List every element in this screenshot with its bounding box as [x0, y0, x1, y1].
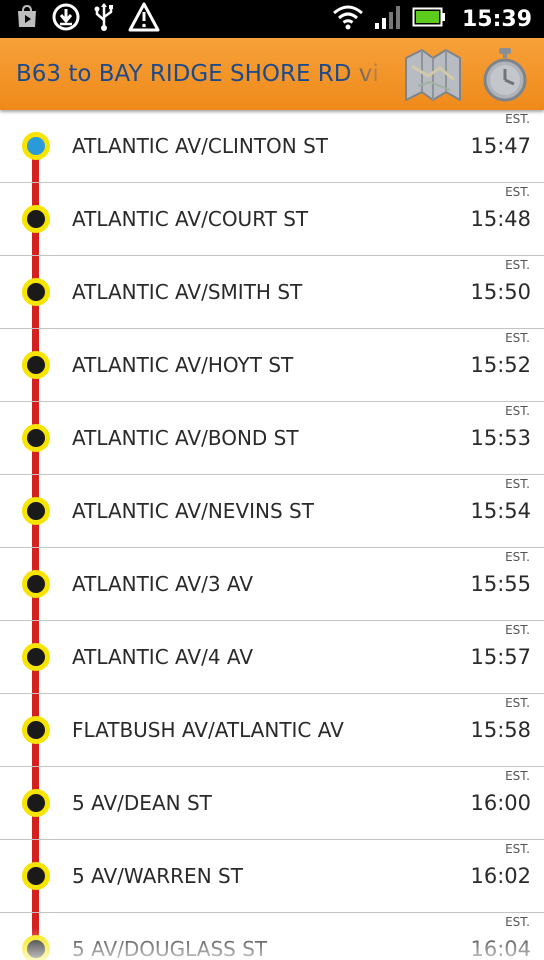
estimate-label: EST.	[505, 404, 530, 418]
battery-icon	[412, 7, 446, 31]
stop-row[interactable]: 5 AV/DEAN ST EST. 16:00	[0, 767, 544, 840]
stop-row[interactable]: ATLANTIC AV/SMITH ST EST. 15:50	[0, 256, 544, 329]
estimated-arrival-time: 16:04	[470, 937, 531, 960]
stop-row[interactable]: ATLANTIC AV/4 AV EST. 15:57	[0, 621, 544, 694]
estimate-label: EST.	[505, 477, 530, 491]
current-stop-marker-icon	[22, 132, 50, 160]
stop-row[interactable]: ATLANTIC AV/3 AV EST. 15:55	[0, 548, 544, 621]
map-button[interactable]	[402, 46, 464, 104]
system-tray[interactable]: 15:39	[332, 4, 532, 34]
estimated-arrival-time: 16:02	[470, 864, 531, 888]
stop-name: FLATBUSH AV/ATLANTIC AV	[72, 718, 344, 742]
stop-marker-icon	[22, 351, 50, 379]
estimated-arrival-time: 15:58	[470, 718, 531, 742]
warning-icon	[128, 2, 160, 36]
notification-play-store-icon	[14, 4, 40, 33]
estimated-arrival-time: 15:57	[470, 645, 531, 669]
stop-name: ATLANTIC AV/NEVINS ST	[72, 499, 314, 523]
timer-button[interactable]	[478, 46, 532, 104]
estimated-arrival-time: 15:48	[470, 207, 531, 231]
header-bar: B63 to BAY RIDGE SHORE RD vi	[0, 38, 544, 110]
estimate-label: EST.	[505, 112, 530, 126]
estimated-arrival-time: 15:55	[470, 572, 531, 596]
stop-name: ATLANTIC AV/BOND ST	[72, 426, 299, 450]
route-title: B63 to BAY RIDGE SHORE RD vi	[16, 61, 379, 87]
estimated-arrival-time: 15:50	[470, 280, 531, 304]
estimated-arrival-time: 15:53	[470, 426, 531, 450]
map-icon	[402, 49, 464, 108]
signal-icon	[374, 4, 402, 34]
stop-list[interactable]: ATLANTIC AV/CLINTON ST EST. 15:47 ATLANTIC …	[0, 110, 544, 960]
stop-name: ATLANTIC AV/CLINTON ST	[72, 134, 329, 158]
estimate-label: EST.	[505, 915, 530, 929]
download-icon	[52, 3, 80, 35]
stop-marker-icon	[22, 424, 50, 452]
stop-marker-icon	[22, 935, 50, 960]
usb-icon	[92, 2, 116, 36]
stop-marker-icon	[22, 205, 50, 233]
stop-name: ATLANTIC AV/4 AV	[72, 645, 254, 669]
notification-area[interactable]	[14, 2, 160, 36]
stop-row[interactable]: 5 AV/WARREN ST EST. 16:02	[0, 840, 544, 913]
estimate-label: EST.	[505, 842, 530, 856]
stop-row[interactable]: 5 AV/DOUGLASS ST EST. 16:04	[0, 913, 544, 960]
stop-name: ATLANTIC AV/3 AV	[72, 572, 254, 596]
estimated-arrival-time: 15:52	[470, 353, 531, 377]
stop-name: ATLANTIC AV/SMITH ST	[72, 280, 303, 304]
estimate-label: EST.	[505, 185, 530, 199]
stop-name: ATLANTIC AV/COURT ST	[72, 207, 309, 231]
stop-name: ATLANTIC AV/HOYT ST	[72, 353, 294, 377]
stop-marker-icon	[22, 716, 50, 744]
stop-marker-icon	[22, 643, 50, 671]
estimate-label: EST.	[505, 769, 530, 783]
stop-name: 5 AV/DOUGLASS ST	[72, 937, 268, 960]
estimated-arrival-time: 16:00	[470, 791, 531, 815]
estimate-label: EST.	[505, 623, 530, 637]
estimate-label: EST.	[505, 696, 530, 710]
stop-marker-icon	[22, 570, 50, 598]
estimate-label: EST.	[505, 550, 530, 564]
stop-row[interactable]: ATLANTIC AV/NEVINS ST EST. 15:54	[0, 475, 544, 548]
stop-marker-icon	[22, 862, 50, 890]
stop-row[interactable]: ATLANTIC AV/HOYT ST EST. 15:52	[0, 329, 544, 402]
estimated-arrival-time: 15:54	[470, 499, 531, 523]
stop-row[interactable]: ATLANTIC AV/CLINTON ST EST. 15:47	[0, 110, 544, 183]
status-bar: 15:39	[0, 0, 544, 38]
stop-marker-icon	[22, 278, 50, 306]
stop-name: 5 AV/DEAN ST	[72, 791, 212, 815]
status-clock: 15:39	[461, 6, 532, 32]
stop-row[interactable]: FLATBUSH AV/ATLANTIC AV EST. 15:58	[0, 694, 544, 767]
estimated-arrival-time: 15:47	[470, 134, 531, 158]
estimate-label: EST.	[505, 331, 530, 345]
wifi-icon	[332, 4, 364, 34]
stop-marker-icon	[22, 789, 50, 817]
stop-marker-icon	[22, 497, 50, 525]
estimate-label: EST.	[505, 258, 530, 272]
stopwatch-icon	[478, 48, 532, 108]
stop-row[interactable]: ATLANTIC AV/BOND ST EST. 15:53	[0, 402, 544, 475]
stop-name: 5 AV/WARREN ST	[72, 864, 243, 888]
stop-row[interactable]: ATLANTIC AV/COURT ST EST. 15:48	[0, 183, 544, 256]
